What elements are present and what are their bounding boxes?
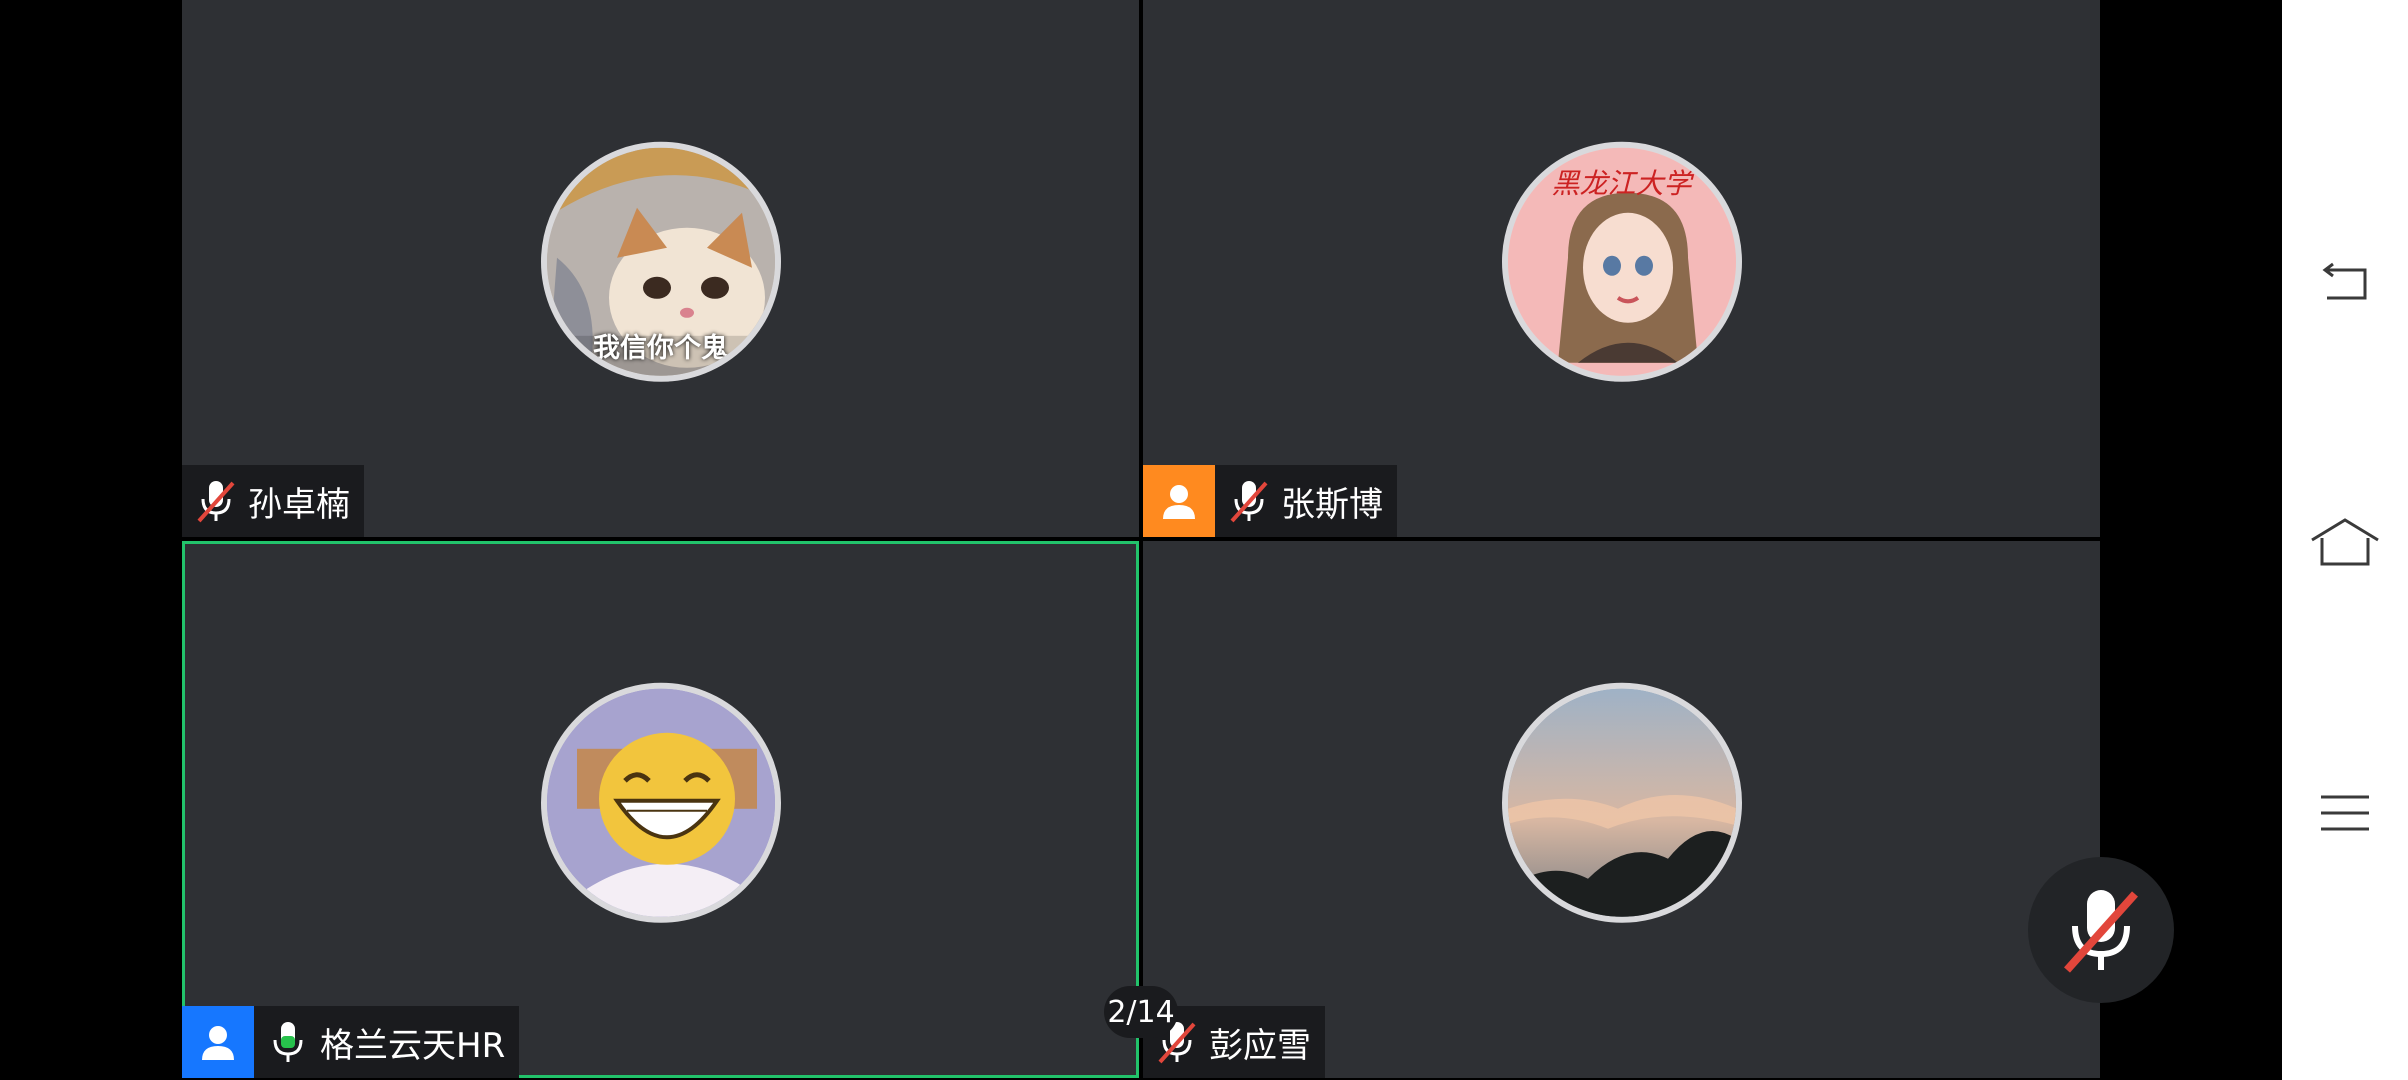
avatar: 我信你个鬼 [540, 141, 781, 382]
avatar [1501, 682, 1742, 923]
mic-on-icon [262, 1012, 314, 1072]
back-button[interactable] [2306, 245, 2384, 323]
video-grid: 我信你个鬼 孙卓楠 黑龙江大学 张斯博 格兰云天HR 彭应雪 [182, 0, 2100, 1080]
cohost-badge [182, 1006, 254, 1078]
home-button[interactable] [2306, 503, 2384, 581]
participant-tile-1[interactable]: 我信你个鬼 孙卓楠 [182, 0, 1139, 537]
mic-muted-icon [2064, 890, 2138, 973]
participant-name-tag: 孙卓楠 [182, 465, 364, 537]
participant-tile-2[interactable]: 黑龙江大学 张斯博 [1143, 0, 2100, 537]
menu-icon [2321, 795, 2369, 831]
mic-muted-icon [1223, 471, 1275, 531]
avatar [540, 682, 781, 923]
avatar-caption: 黑龙江大学 [1551, 166, 1692, 200]
participant-name-tag: 格兰云天HR [182, 1006, 520, 1078]
avatar: 黑龙江大学 [1501, 141, 1742, 382]
participant-name: 格兰云天HR [320, 1025, 506, 1066]
system-navigation-bar [2282, 0, 2408, 1080]
user-icon [1163, 485, 1195, 519]
menu-button[interactable] [2306, 774, 2384, 852]
page-indicator: 2/14 [1104, 986, 1178, 1038]
smile-avatar-image [546, 688, 775, 917]
sky-avatar-image [1507, 688, 1736, 917]
participant-tile-4[interactable]: 彭应雪 [1143, 541, 2100, 1078]
mic-muted-icon [190, 471, 242, 531]
participant-name: 张斯博 [1281, 484, 1383, 525]
floating-mic-button[interactable] [2028, 857, 2174, 1003]
avatar-caption: 我信你个鬼 [593, 332, 728, 364]
home-icon [2311, 518, 2379, 566]
participant-name-tag: 张斯博 [1143, 465, 1397, 537]
participant-tile-3[interactable]: 格兰云天HR [182, 541, 1139, 1078]
back-icon [2322, 262, 2367, 300]
participant-name: 孙卓楠 [248, 484, 350, 525]
host-badge [1143, 465, 1215, 537]
participant-name: 彭应雪 [1209, 1025, 1311, 1066]
user-icon [202, 1026, 234, 1060]
